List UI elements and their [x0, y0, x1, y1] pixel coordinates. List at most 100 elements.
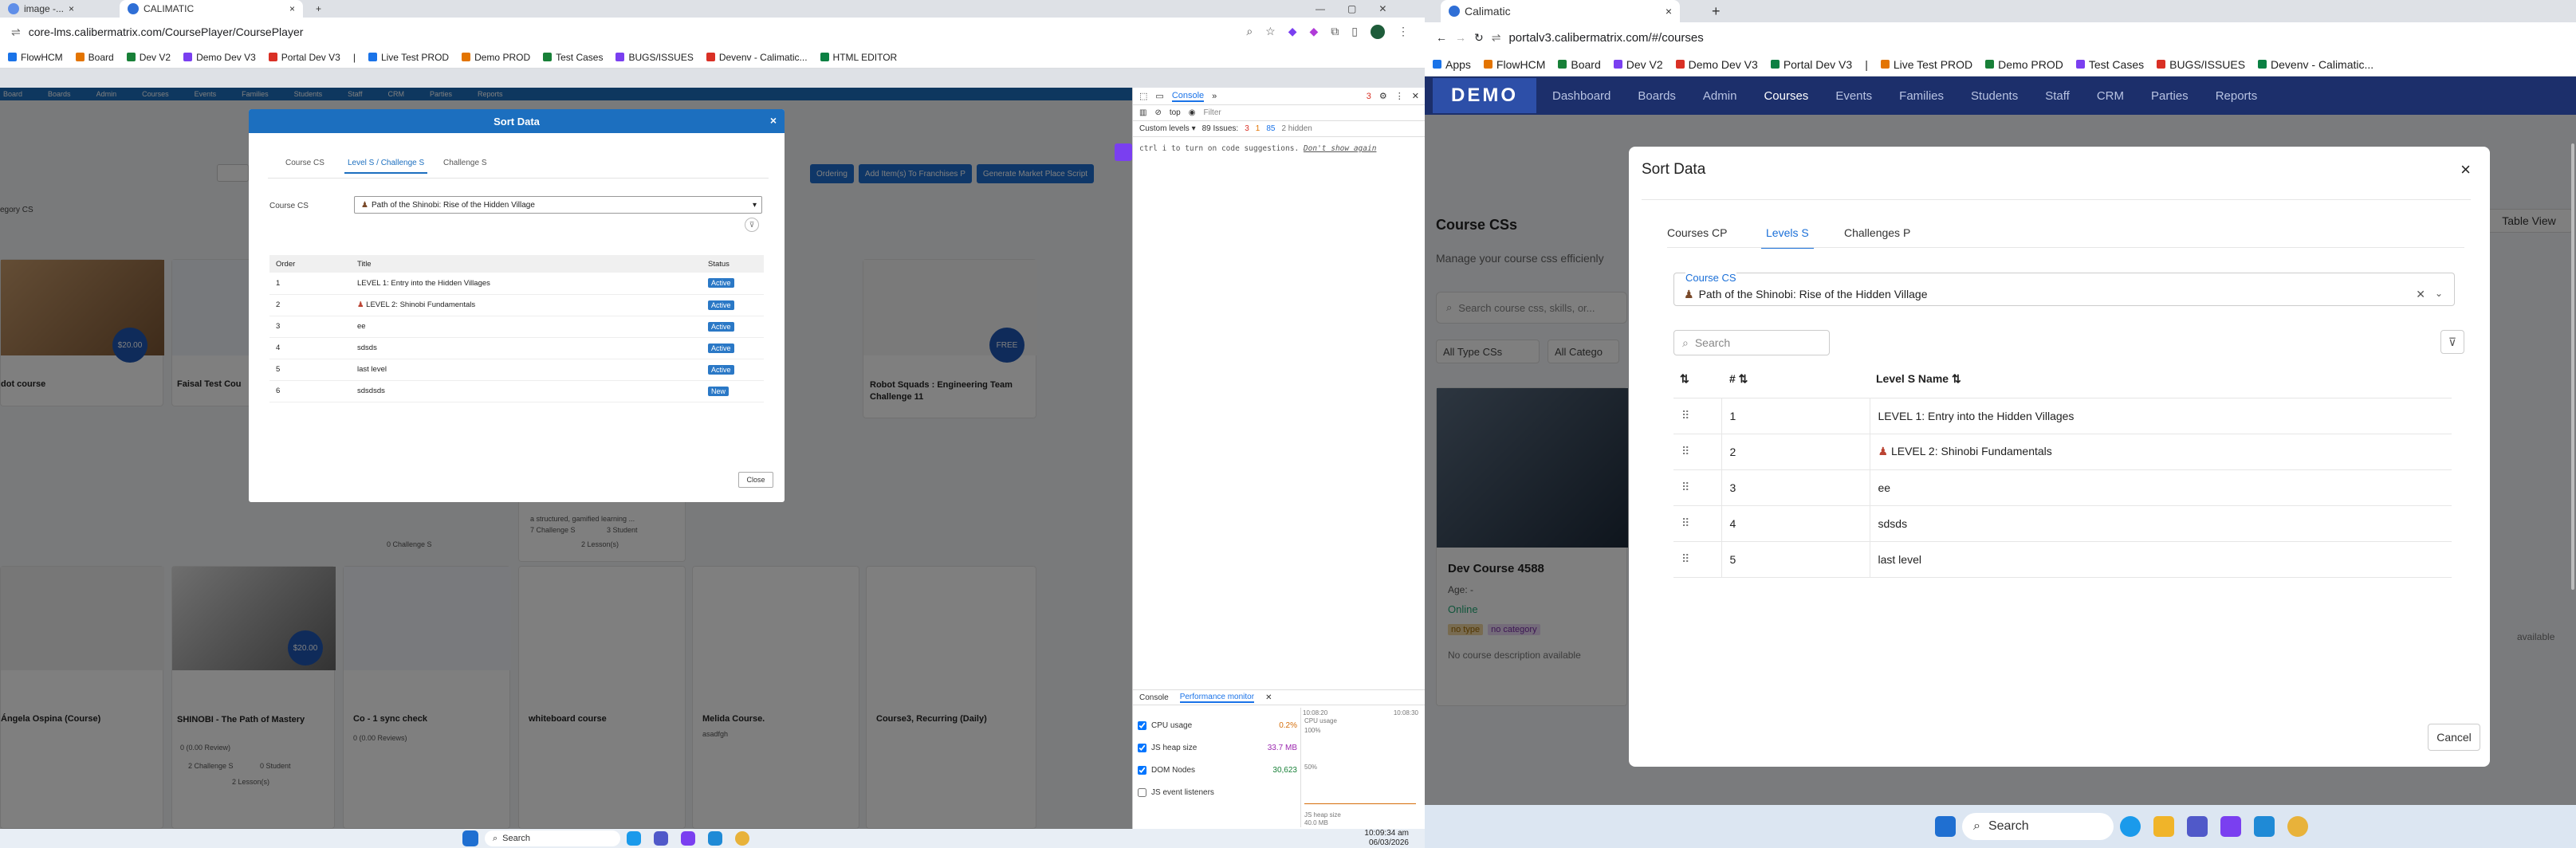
- device-icon[interactable]: ▭: [1155, 91, 1163, 101]
- nav-item[interactable]: Families: [1899, 89, 1944, 103]
- nav-item[interactable]: Parties: [2151, 89, 2189, 103]
- tab-courses[interactable]: Courses CP: [1667, 226, 1727, 239]
- filter-icon[interactable]: ⊽: [745, 218, 759, 232]
- search-input[interactable]: ⌕ Search: [1673, 330, 1830, 355]
- bookmark-item[interactable]: FlowHCM: [1483, 58, 1545, 71]
- metric-checkbox[interactable]: [1138, 765, 1146, 775]
- table-row[interactable]: ⠿ 4 sdsds: [1673, 505, 2452, 541]
- dont-show-link[interactable]: Don't show again: [1304, 144, 1377, 153]
- col-level-name[interactable]: Level S Name ⇅: [1870, 361, 2452, 398]
- table-row[interactable]: 5 last level Active: [269, 359, 764, 380]
- course-select[interactable]: ♟ Path of the Shinobi: Rise of the Hidden…: [354, 196, 762, 214]
- bookmark-item[interactable]: BUGS/ISSUES: [2157, 58, 2245, 71]
- close-icon[interactable]: ×: [770, 114, 777, 127]
- url-text[interactable]: portalv3.calibermatrix.com/#/courses: [1508, 31, 1703, 45]
- drag-handle-icon[interactable]: ⠿: [1673, 541, 1722, 577]
- teams-icon[interactable]: [654, 831, 668, 846]
- col-number[interactable]: # ⇅: [1721, 361, 1870, 398]
- table-row[interactable]: 2 ♟ LEVEL 2: Shinobi Fundamentals Active: [269, 294, 764, 316]
- close-window-icon[interactable]: ✕: [1378, 3, 1386, 14]
- edit-float-icon[interactable]: [1115, 143, 1132, 161]
- file-explorer-icon[interactable]: [2153, 816, 2174, 837]
- url-text[interactable]: core-lms.calibermatrix.com/CoursePlayer/…: [29, 26, 304, 38]
- windows-start-icon[interactable]: [462, 830, 478, 846]
- close-button[interactable]: Close: [738, 472, 773, 488]
- windows-start-icon[interactable]: [1935, 816, 1956, 837]
- tab-levels[interactable]: Levels S: [1761, 226, 1814, 249]
- bookmark-star-icon[interactable]: ☆: [1265, 25, 1276, 39]
- issues-label[interactable]: 89 Issues:: [1202, 124, 1239, 133]
- new-tab-button[interactable]: +: [1704, 0, 1728, 22]
- taskbar-search[interactable]: ⌕ Search: [1962, 813, 2114, 840]
- bookmark-item[interactable]: Test Cases: [543, 52, 603, 63]
- back-icon[interactable]: ←: [1436, 31, 1447, 44]
- maximize-icon[interactable]: ▢: [1347, 3, 1356, 14]
- bookmark-item[interactable]: Board: [75, 52, 114, 63]
- table-row[interactable]: ⠿ 3 ee: [1673, 469, 2452, 505]
- table-row[interactable]: 6 sdsdsds New: [269, 380, 764, 402]
- menu-icon[interactable]: ⋮: [1398, 25, 1409, 39]
- metric-checkbox[interactable]: [1138, 720, 1146, 730]
- new-tab-button[interactable]: +: [308, 0, 329, 18]
- filter-input[interactable]: Filter: [1203, 108, 1221, 117]
- context-select[interactable]: top: [1170, 108, 1181, 117]
- close-devtools-icon[interactable]: ✕: [1412, 91, 1425, 101]
- table-row[interactable]: 1 LEVEL 1: Entry into the Hidden Villages…: [269, 273, 764, 294]
- zoom-icon[interactable]: ⌕: [1246, 25, 1253, 39]
- extensions-icon[interactable]: ⧉: [1331, 25, 1339, 39]
- sidebar-icon[interactable]: ▯: [1351, 25, 1358, 39]
- tab-challenges[interactable]: Challenges P: [1844, 226, 1910, 239]
- eye-icon[interactable]: ◉: [1189, 108, 1196, 117]
- close-icon[interactable]: ×: [69, 3, 74, 14]
- close-tab-icon[interactable]: ✕: [1265, 693, 1272, 702]
- close-icon[interactable]: ×: [2460, 159, 2471, 180]
- extension-icon[interactable]: ◆: [1288, 25, 1297, 39]
- edge-icon[interactable]: [627, 831, 641, 846]
- drag-handle-icon[interactable]: ⠿: [1673, 398, 1722, 434]
- minimize-icon[interactable]: —: [1316, 3, 1325, 14]
- edge-icon[interactable]: [2120, 816, 2141, 837]
- scrollbar[interactable]: [2571, 143, 2574, 590]
- bookmark-item[interactable]: Board: [1558, 58, 1601, 71]
- tab-image[interactable]: image -... ×: [0, 0, 120, 18]
- nav-item[interactable]: Reports: [2216, 89, 2258, 103]
- bookmark-item[interactable]: FlowHCM: [8, 52, 63, 63]
- table-row[interactable]: 3 ee Active: [269, 316, 764, 337]
- forward-icon[interactable]: →: [1455, 31, 1466, 44]
- bookmark-item[interactable]: Demo Dev V3: [183, 52, 256, 63]
- profile-avatar[interactable]: [1371, 25, 1385, 39]
- bookmark-item[interactable]: |: [353, 52, 356, 63]
- table-row[interactable]: ⠿ 2 ♟ LEVEL 2: Shinobi Fundamentals: [1673, 434, 2452, 469]
- metric-checkbox[interactable]: [1138, 743, 1146, 752]
- bookmark-item[interactable]: Demo PROD: [462, 52, 530, 63]
- tab-calimatic[interactable]: Calimatic ×: [1441, 0, 1680, 22]
- chevron-down-icon[interactable]: ⌄: [2435, 288, 2443, 299]
- table-row[interactable]: ⠿ 1 LEVEL 1: Entry into the Hidden Village…: [1673, 398, 2452, 434]
- nav-item[interactable]: Boards: [1638, 89, 1676, 103]
- demo-logo[interactable]: DEMO: [1433, 78, 1536, 113]
- nav-item[interactable]: Dashboard: [1552, 89, 1610, 103]
- cancel-button[interactable]: Cancel: [2428, 724, 2480, 751]
- nav-item[interactable]: Staff: [2045, 89, 2070, 103]
- table-row[interactable]: ⠿ 5 last level: [1673, 541, 2452, 577]
- bookmark-item[interactable]: Demo PROD: [1985, 58, 2063, 71]
- chrome-icon[interactable]: [2287, 816, 2308, 837]
- bookmark-item[interactable]: Live Test PROD: [1880, 58, 1972, 71]
- nav-item[interactable]: Students: [1971, 89, 2018, 103]
- metric-checkbox[interactable]: [1138, 787, 1146, 797]
- clear-icon[interactable]: ✕: [2416, 288, 2425, 301]
- vs-icon[interactable]: [2220, 816, 2241, 837]
- reload-icon[interactable]: ↻: [1474, 31, 1484, 45]
- bookmark-item[interactable]: Portal Dev V3: [268, 52, 340, 63]
- vscode-icon[interactable]: [2254, 816, 2275, 837]
- filter-icon[interactable]: ⊽: [2440, 330, 2464, 354]
- tab-level-challenge[interactable]: Level S / Challenge S: [344, 159, 428, 174]
- vscode-icon[interactable]: [708, 831, 722, 846]
- bookmark-item[interactable]: |: [1865, 58, 1868, 71]
- nav-item[interactable]: Events: [1835, 89, 1872, 103]
- sidebar-toggle-icon[interactable]: ▥: [1139, 108, 1146, 117]
- bookmark-item[interactable]: Devenv - Calimatic...: [706, 52, 808, 63]
- drag-handle-icon[interactable]: ⠿: [1673, 505, 1722, 541]
- close-icon[interactable]: ×: [289, 3, 295, 14]
- site-info-icon[interactable]: ⇌: [11, 26, 21, 39]
